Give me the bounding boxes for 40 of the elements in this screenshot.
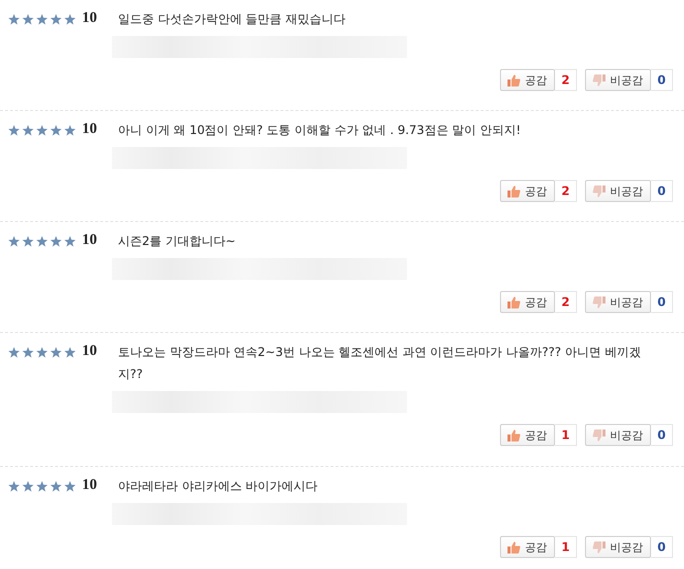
agree-count: 2 bbox=[555, 180, 577, 202]
thumbs-up-icon bbox=[507, 74, 521, 86]
thumbs-down-icon bbox=[592, 540, 606, 554]
thumbs-up-icon bbox=[507, 540, 521, 554]
agree-count: 2 bbox=[555, 69, 577, 91]
disagree-count: 0 bbox=[651, 536, 673, 558]
review-text: 일드중 다섯손가락안에 들만큼 재밌습니다 bbox=[118, 11, 346, 28]
agree-count: 1 bbox=[555, 424, 577, 446]
disagree-button[interactable]: 비공감 bbox=[585, 291, 651, 313]
score: 10 bbox=[82, 343, 98, 360]
agree-button[interactable]: 공감 bbox=[500, 291, 555, 313]
agree-button[interactable]: 공감 bbox=[500, 180, 555, 202]
agree-count: 2 bbox=[555, 291, 577, 313]
thumbs-down-icon bbox=[592, 428, 606, 442]
thumbs-down-icon bbox=[592, 296, 606, 308]
thumbs-down-icon bbox=[592, 74, 606, 86]
disagree-button[interactable]: 비공감 bbox=[585, 180, 651, 202]
thumbs-up-icon bbox=[507, 184, 521, 198]
score: 10 bbox=[82, 477, 98, 494]
agree-button[interactable]: 공감 bbox=[500, 424, 555, 446]
review-text: 야라레타라 야리카에스 바이가에시다 bbox=[118, 478, 318, 495]
review-text: 토나오는 막장드라마 연속2~3번 나오는 헬조센에선 과연 이런드라마가 나올까??? 아니면 베끼겠지?? bbox=[118, 344, 642, 383]
agree-count: 1 bbox=[555, 536, 577, 558]
disagree-count: 0 bbox=[651, 424, 673, 446]
disagree-button[interactable]: 비공감 bbox=[585, 536, 651, 558]
thumbs-up-icon bbox=[507, 428, 521, 442]
disagree-button[interactable]: 비공감 bbox=[585, 424, 651, 446]
agree-button[interactable]: 공감 bbox=[500, 69, 555, 91]
thumbs-down-icon bbox=[592, 184, 606, 198]
score: 10 bbox=[82, 10, 98, 27]
score: 10 bbox=[82, 121, 98, 138]
disagree-count: 0 bbox=[651, 291, 673, 313]
score: 10 bbox=[82, 232, 98, 249]
thumbs-up-icon bbox=[507, 296, 521, 308]
disagree-button[interactable]: 비공감 bbox=[585, 69, 651, 91]
disagree-count: 0 bbox=[651, 180, 673, 202]
review-text: 아니 이게 왜 10점이 안돼? 도통 이해할 수가 없네 . 9.73점은 말이 안되지! bbox=[118, 122, 521, 139]
review-text: 시즌2를 기대합니다~ bbox=[118, 233, 236, 250]
disagree-count: 0 bbox=[651, 69, 673, 91]
agree-button[interactable]: 공감 bbox=[500, 536, 555, 558]
